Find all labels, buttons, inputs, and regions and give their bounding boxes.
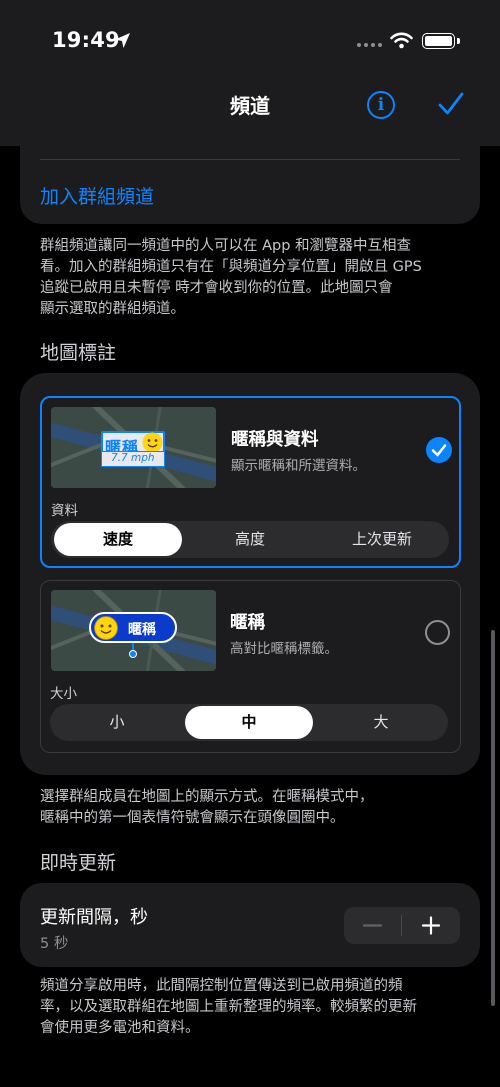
group-channel-footnote: 群組頻道讓同一頻道中的人可以在 App 和瀏覽器中互相查 看。加入的群組頻道只有… — [40, 238, 422, 317]
size-label: 大小 — [50, 686, 77, 702]
map-labels-header: 地圖標註 — [40, 342, 117, 364]
update-interval-card: 更新間隔，秒 5 秒 — [20, 883, 480, 967]
segment-speed[interactable]: 速度 — [54, 523, 182, 556]
separator — [40, 159, 460, 160]
decrement-button[interactable] — [344, 907, 401, 944]
info-circle-icon: i — [377, 95, 385, 115]
plus-icon — [421, 916, 441, 935]
status-time: 19:49 — [52, 28, 120, 52]
option-subtitle: 高對比暱稱標籤。 — [230, 641, 338, 657]
option-title: 暱稱 — [230, 613, 265, 633]
speed-badge: 7.7 mph — [101, 451, 165, 467]
preview-map-nickname-data: 暱稱 7.7 mph — [51, 407, 216, 488]
location-dot — [129, 650, 137, 658]
wifi-icon — [390, 32, 413, 49]
live-update-header: 即時更新 — [40, 852, 117, 874]
segment-altitude[interactable]: 高度 — [186, 523, 314, 556]
map-labels-footnote: 選擇群組成員在地圖上的顯示方式。在暱稱模式中， 暱稱中的第一個表情符號會顯示在頭… — [40, 789, 374, 826]
battery-cap — [457, 38, 460, 44]
option-title: 暱稱與資料 — [231, 430, 319, 450]
increment-button[interactable] — [402, 907, 460, 944]
smiley-emoji-icon — [94, 616, 118, 640]
map-label-style-card: 暱稱 7.7 mph 暱稱與資料 顯示暱稱和所選資料。 資料 速度 高度 上次更… — [20, 373, 480, 775]
segment-last-update[interactable]: 上次更新 — [318, 523, 446, 556]
nickname-pill-badge: 暱稱 — [89, 612, 177, 643]
unselected-radio-icon[interactable] — [425, 620, 450, 645]
scroll-indicator[interactable] — [491, 630, 495, 1006]
preview-map-nickname: 暱稱 — [51, 590, 216, 671]
page-title: 頻道 — [230, 94, 270, 118]
selected-checkmark-icon[interactable] — [426, 437, 452, 463]
group-channel-card: 加入群組頻道 — [20, 146, 480, 224]
done-checkmark-button[interactable] — [437, 90, 465, 118]
data-label: 資料 — [51, 503, 78, 519]
info-button[interactable]: i — [367, 91, 395, 119]
segment-medium[interactable]: 中 — [185, 706, 313, 739]
size-segmented-control: 小 中 大 — [50, 704, 448, 741]
cellular-signal-icon — [357, 43, 382, 47]
add-group-channel-link[interactable]: 加入群組頻道 — [40, 182, 154, 209]
top-bar: 19:49 頻道 i — [0, 0, 500, 146]
data-segmented-control: 速度 高度 上次更新 — [51, 521, 449, 558]
segment-large[interactable]: 大 — [317, 706, 445, 739]
live-update-footnote: 頻道分享啟用時，此間隔控制位置傳送到已啟用頻道的頻 率，以及選取群組在地圖上重新… — [40, 978, 417, 1036]
update-interval-title: 更新間隔，秒 — [40, 907, 148, 928]
smiley-emoji-icon — [142, 432, 163, 453]
option-nickname[interactable]: 暱稱 暱稱 高對比暱稱標籤。 大小 小 中 大 — [40, 580, 461, 753]
minus-icon — [362, 924, 383, 927]
update-interval-value: 5 秒 — [40, 936, 69, 952]
interval-stepper — [344, 907, 460, 944]
option-subtitle: 顯示暱稱和所選資料。 — [231, 458, 366, 474]
location-arrow-icon — [115, 33, 130, 48]
option-nickname-and-data[interactable]: 暱稱 7.7 mph 暱稱與資料 顯示暱稱和所選資料。 資料 速度 高度 上次更… — [40, 396, 461, 568]
battery-icon — [422, 33, 455, 49]
segment-small[interactable]: 小 — [53, 706, 181, 739]
